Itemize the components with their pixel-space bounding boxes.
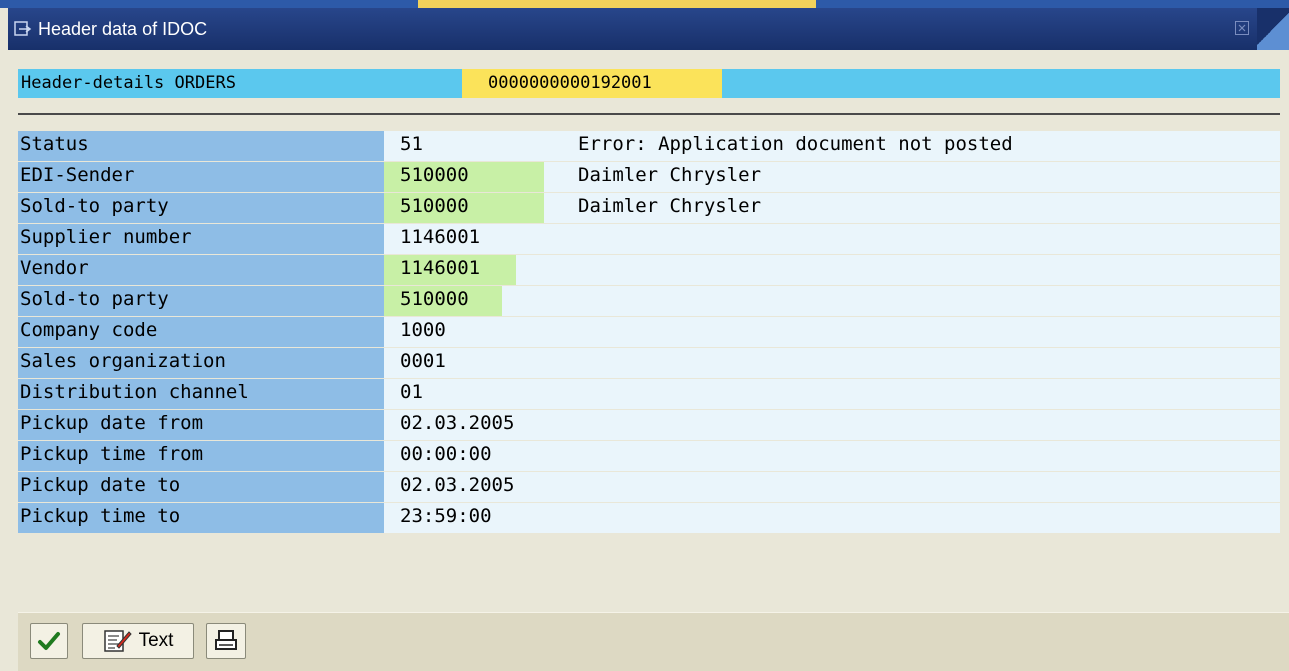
field-value-area: 510000 Daimler Chrysler: [384, 162, 1280, 192]
field-value[interactable]: 1146001: [384, 255, 516, 285]
text-button[interactable]: Text: [82, 623, 194, 659]
field-value-area: 0001: [384, 348, 1280, 378]
top-strip: [0, 0, 1289, 8]
field-label: Pickup time from: [18, 441, 384, 471]
table-row: Supplier number 1146001: [18, 224, 1280, 255]
field-value[interactable]: 510000: [384, 193, 544, 223]
table-row: Distribution channel 01: [18, 379, 1280, 410]
window-icon: [14, 21, 32, 36]
title-bar: Header data of IDOC: [8, 8, 1289, 50]
table-row: Pickup date from 02.03.2005: [18, 410, 1280, 441]
checkmark-icon: [38, 632, 60, 650]
table-row: Vendor 1146001: [18, 255, 1280, 286]
title-bar-corner: [1257, 8, 1289, 50]
table-row: Company code 1000: [18, 317, 1280, 348]
field-label: Distribution channel: [18, 379, 384, 409]
field-label: Vendor: [18, 255, 384, 285]
separator-line: [18, 113, 1280, 115]
field-value: 0001: [400, 350, 446, 372]
table-row: EDI-Sender 510000 Daimler Chrysler: [18, 162, 1280, 193]
field-value-area: 1000: [384, 317, 1280, 347]
field-value: 00:00:00: [400, 443, 492, 465]
field-value: 23:59:00: [400, 505, 492, 527]
field-label: Sold-to party: [18, 286, 384, 316]
field-value: 02.03.2005: [400, 412, 515, 434]
field-value-area: 51 Error: Application document not posted: [384, 131, 1280, 161]
edit-text-icon: [103, 630, 132, 652]
field-value[interactable]: 510000: [384, 162, 544, 192]
field-description: Error: Application document not posted: [578, 133, 1013, 155]
field-label: Sales organization: [18, 348, 384, 378]
field-value-area: 01: [384, 379, 1280, 409]
field-value[interactable]: 510000: [384, 286, 502, 316]
field-label: Pickup date to: [18, 472, 384, 502]
field-label: Status: [18, 131, 384, 161]
table-row: Pickup date to 02.03.2005: [18, 472, 1280, 503]
idoc-number: 0000000000192001: [462, 69, 722, 98]
field-value: 1146001: [400, 226, 481, 248]
field-value-area: 1146001: [384, 255, 1280, 285]
table-row: Status 51 Error: Application document not …: [18, 131, 1280, 162]
field-value-area: 02.03.2005: [384, 410, 1280, 440]
field-value-area: 00:00:00: [384, 441, 1280, 471]
field-description: Daimler Chrysler: [578, 164, 762, 186]
field-label: EDI-Sender: [18, 162, 384, 192]
text-button-label: Text: [138, 630, 174, 651]
table-row: Pickup time from 00:00:00: [18, 441, 1280, 472]
field-value: 51: [400, 133, 423, 155]
table-row: Sales organization 0001: [18, 348, 1280, 379]
close-icon[interactable]: [1235, 21, 1249, 35]
field-label: Pickup date from: [18, 410, 384, 440]
field-value-area: 23:59:00: [384, 503, 1280, 533]
top-strip-accent: [418, 0, 816, 8]
confirm-button[interactable]: [30, 623, 68, 659]
field-value: 02.03.2005: [400, 474, 515, 496]
footer-toolbar: Text: [18, 612, 1289, 671]
table-row: Sold-to party 510000: [18, 286, 1280, 317]
field-value-area: 1146001: [384, 224, 1280, 254]
field-label: Pickup time to: [18, 503, 384, 533]
print-icon: [215, 630, 237, 650]
field-label: Sold-to party: [18, 193, 384, 223]
field-description: Daimler Chrysler: [578, 195, 762, 217]
field-value-area: 510000: [384, 286, 1280, 316]
field-value: 01: [400, 381, 423, 403]
print-button[interactable]: [206, 623, 246, 659]
field-value: 1000: [400, 319, 446, 341]
field-value-area: 510000 Daimler Chrysler: [384, 193, 1280, 223]
field-label: Supplier number: [18, 224, 384, 254]
field-value-area: 02.03.2005: [384, 472, 1280, 502]
header-details-label: Header-details ORDERS: [21, 73, 236, 93]
header-details-bar: Header-details ORDERS 0000000000192001: [18, 69, 1280, 98]
window-title: Header data of IDOC: [38, 19, 208, 39]
table-row: Pickup time to 23:59:00: [18, 503, 1280, 534]
header-data-table: Status 51 Error: Application document not …: [18, 131, 1280, 534]
table-row: Sold-to party 510000 Daimler Chrysler: [18, 193, 1280, 224]
field-label: Company code: [18, 317, 384, 347]
